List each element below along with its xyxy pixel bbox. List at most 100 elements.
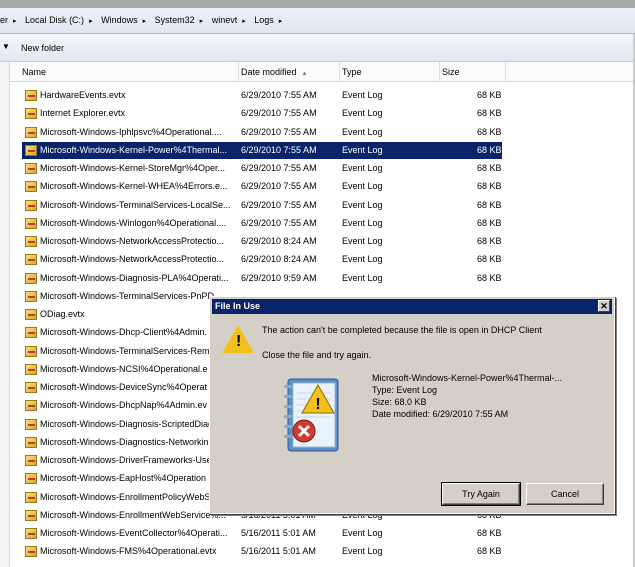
file-name-cell: Microsoft-Windows-Winlogon%4Operational.… bbox=[40, 217, 227, 228]
file-type-cell: Event Log bbox=[342, 163, 383, 173]
file-date-cell: 6/29/2010 8:24 AM bbox=[241, 236, 317, 246]
breadcrumb-segment[interactable]: System32 bbox=[155, 15, 195, 25]
column-header-label: Size bbox=[442, 67, 460, 77]
file-size-cell: 68 KB bbox=[477, 236, 502, 246]
file-row[interactable]: Microsoft-Windows-Kernel-WHEA%4Errors.e.… bbox=[22, 178, 502, 195]
chevron-right-icon: ▸ bbox=[278, 18, 283, 25]
warning-icon: ! bbox=[222, 325, 254, 353]
dropdown-arrow-icon[interactable]: ▼ bbox=[2, 42, 10, 51]
svg-text:!: ! bbox=[315, 396, 320, 413]
event-log-icon bbox=[25, 418, 37, 430]
sort-ascending-icon: ▲ bbox=[301, 71, 308, 77]
column-header-date[interactable]: Date modified ▲ bbox=[239, 62, 340, 82]
file-date-cell: 6/29/2010 8:24 AM bbox=[241, 254, 317, 265]
file-row[interactable]: Microsoft-Windows-Kernel-StoreMgr%4Oper.… bbox=[22, 160, 502, 177]
file-row[interactable]: Microsoft-Windows-TerminalServices-Local… bbox=[22, 197, 502, 214]
file-name-cell: Microsoft-Windows-EventCollector%4Operat… bbox=[40, 528, 228, 538]
event-log-icon bbox=[25, 327, 37, 339]
column-header-size[interactable]: Size bbox=[440, 62, 506, 82]
event-log-icon bbox=[25, 163, 37, 174]
event-log-icon bbox=[25, 144, 37, 156]
file-row[interactable]: Microsoft-Windows-NetworkAccessProtectio… bbox=[22, 233, 502, 250]
breadcrumb-segment[interactable]: winevt bbox=[212, 15, 238, 25]
event-log-icon bbox=[25, 90, 37, 101]
close-button[interactable]: ✕ bbox=[598, 300, 610, 312]
event-log-icon bbox=[25, 436, 37, 448]
file-size-cell: 68 KB bbox=[477, 528, 502, 538]
chevron-right-icon: ▸ bbox=[89, 18, 93, 25]
chevron-right-icon: ▸ bbox=[199, 18, 204, 25]
new-folder-button[interactable]: New folder bbox=[21, 43, 64, 53]
file-size: Size: 68.0 KB bbox=[372, 397, 427, 407]
file-row[interactable]: Microsoft-Windows-NetworkAccessProtectio… bbox=[22, 251, 502, 268]
file-date-cell: 6/29/2010 7:55 AM bbox=[241, 126, 317, 137]
event-log-icon bbox=[25, 491, 37, 503]
file-date-cell: 6/29/2010 9:59 AM bbox=[241, 272, 317, 283]
breadcrumb-segment[interactable]: Logs bbox=[254, 15, 274, 25]
file-name-cell: Microsoft-Windows-TerminalServices-Local… bbox=[40, 199, 231, 210]
file-name-cell: Microsoft-Windows-Kernel-StoreMgr%4Oper.… bbox=[40, 163, 226, 173]
file-date-cell: 6/29/2010 7:55 AM bbox=[241, 181, 317, 192]
toolbar: ▼ New folder bbox=[0, 34, 635, 62]
dialog-title-bar[interactable]: File In Use ✕ bbox=[212, 299, 612, 314]
file-name-cell: Microsoft-Windows-NetworkAccessProtectio… bbox=[40, 236, 225, 246]
column-header-label: Name bbox=[22, 67, 47, 77]
column-header-row: Name Date modified ▲ Type Size bbox=[10, 62, 635, 82]
event-log-icon bbox=[25, 473, 37, 485]
file-row[interactable]: Internet Explorer.evtx 6/29/2010 7:55 AM E… bbox=[22, 105, 502, 122]
file-date-cell: 5/16/2011 5:01 AM bbox=[241, 528, 316, 538]
breadcrumb-segment[interactable]: Local Disk (C:) bbox=[25, 15, 84, 25]
navigation-pane[interactable] bbox=[0, 62, 10, 567]
event-log-icon bbox=[25, 108, 37, 120]
file-type-cell: Event Log bbox=[342, 217, 383, 228]
event-log-icon bbox=[25, 290, 37, 302]
event-log-icon bbox=[25, 236, 37, 247]
chevron-right-icon: ▸ bbox=[242, 18, 246, 25]
file-date-cell: 5/16/2011 5:01 AM bbox=[241, 546, 316, 557]
file-row[interactable]: Microsoft-Windows-EventCollector%4Operat… bbox=[22, 525, 502, 542]
event-log-icon bbox=[25, 272, 37, 284]
event-log-icon bbox=[25, 546, 37, 558]
file-name-cell: Microsoft-Windows-Iphlpsvc%4Operational.… bbox=[40, 126, 222, 137]
file-row[interactable]: HardwareEvents.evtx 6/29/2010 7:55 AM Even… bbox=[22, 87, 502, 104]
file-type-cell: Event Log bbox=[342, 528, 383, 538]
breadcrumb-segment[interactable]: Windows bbox=[101, 15, 138, 25]
breadcrumb-segment[interactable]: er bbox=[0, 15, 8, 25]
column-header-label: Date modified bbox=[241, 67, 297, 77]
file-name: Microsoft-Windows-Kernel-Power%4Thermal-… bbox=[372, 373, 563, 383]
breadcrumb: er ▸ Local Disk (C:) ▸ Windows ▸ System32 ▸ … bbox=[0, 15, 288, 25]
chevron-right-icon: ▸ bbox=[13, 18, 17, 25]
file-row[interactable]: Microsoft-Windows-Diagnosis-PLA%4Operati… bbox=[22, 270, 502, 287]
event-log-icon bbox=[25, 254, 37, 266]
event-log-icon bbox=[25, 345, 37, 357]
cancel-button[interactable]: Cancel bbox=[526, 483, 604, 505]
file-type-cell: Event Log bbox=[342, 546, 383, 557]
file-size-cell: 68 KB bbox=[477, 144, 502, 155]
file-name-cell: Microsoft-Windows-FMS%4Operational.evtx bbox=[40, 546, 217, 557]
file-row[interactable]: Microsoft-Windows-Iphlpsvc%4Operational.… bbox=[22, 124, 502, 141]
try-again-button[interactable]: Try Again bbox=[441, 482, 521, 506]
event-log-file-icon: ! bbox=[284, 378, 339, 452]
address-bar[interactable]: er ▸ Local Disk (C:) ▸ Windows ▸ System32 ▸ … bbox=[0, 8, 635, 34]
file-row[interactable]: Microsoft-Windows-FMS%4Operational.evtx 5… bbox=[22, 543, 502, 560]
column-header-type[interactable]: Type bbox=[340, 62, 440, 82]
file-type: Type: Event Log bbox=[372, 385, 438, 395]
event-log-icon bbox=[25, 309, 37, 320]
file-size-cell: 68 KB bbox=[477, 254, 502, 265]
file-size-cell: 68 KB bbox=[477, 126, 502, 137]
chevron-right-icon: ▸ bbox=[142, 18, 147, 25]
file-type-cell: Event Log bbox=[342, 126, 383, 137]
file-type-cell: Event Log bbox=[342, 181, 383, 192]
file-type-cell: Event Log bbox=[342, 236, 383, 246]
file-date-cell: 6/29/2010 7:55 AM bbox=[241, 144, 317, 155]
dialog-title: File In Use bbox=[215, 301, 261, 311]
event-log-icon bbox=[25, 199, 37, 211]
file-type-cell: Event Log bbox=[342, 108, 383, 119]
file-size-cell: 68 KB bbox=[477, 108, 502, 119]
file-name-cell: HardwareEvents.evtx bbox=[40, 90, 126, 100]
event-log-icon bbox=[25, 126, 37, 138]
file-row[interactable]: Microsoft-Windows-Kernel-Power%4Thermal.… bbox=[22, 141, 502, 159]
column-header-name[interactable]: Name bbox=[10, 62, 239, 82]
file-type-cell: Event Log bbox=[342, 272, 383, 283]
file-row[interactable]: Microsoft-Windows-Winlogon%4Operational.… bbox=[22, 215, 502, 232]
